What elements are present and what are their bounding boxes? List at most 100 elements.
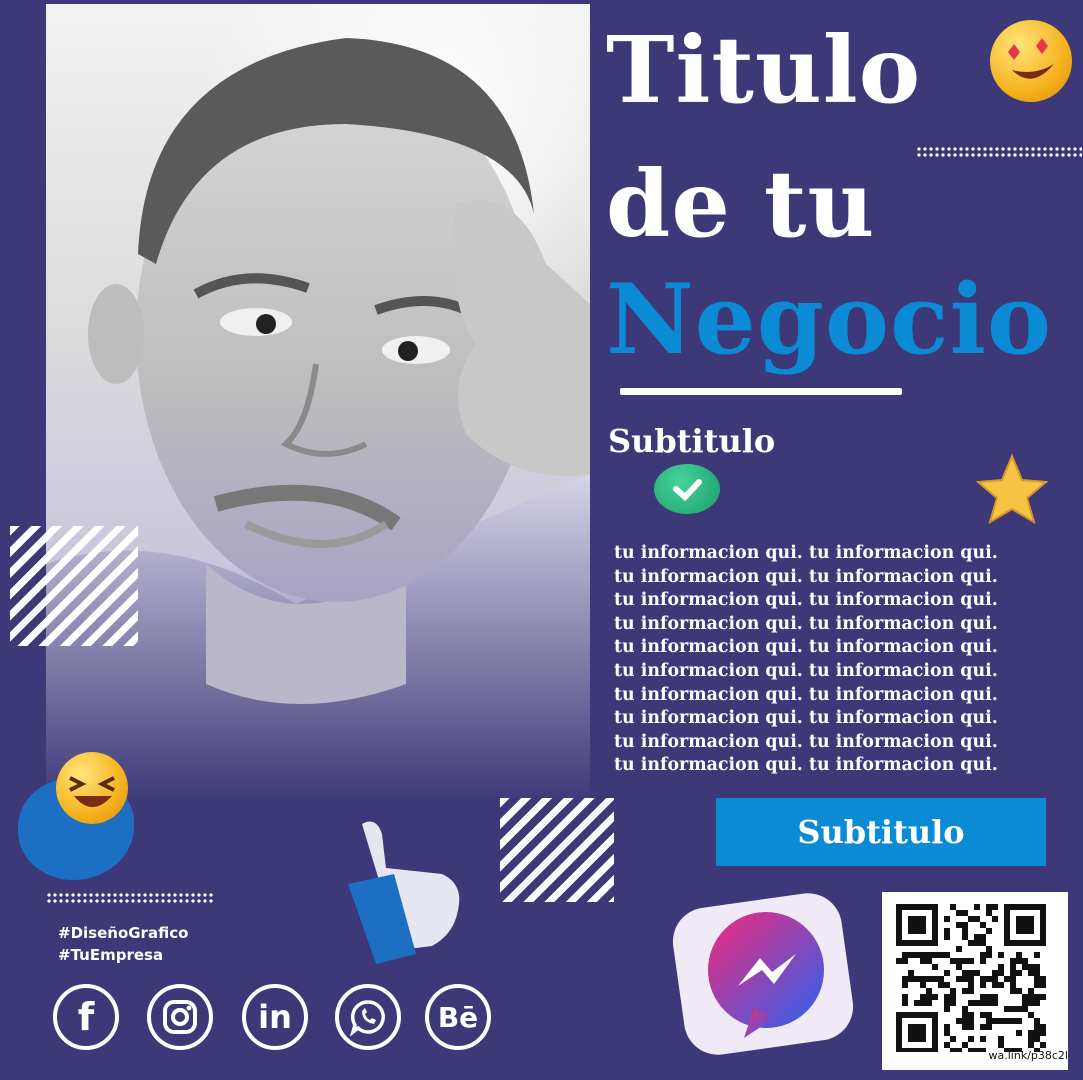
qr-module [950, 1036, 956, 1042]
qr-module [1040, 982, 1046, 988]
qr-module [932, 952, 938, 958]
qr-module [944, 1000, 950, 1006]
qr-code[interactable] [882, 892, 1068, 1070]
qr-module [1034, 952, 1040, 958]
qr-module [1034, 1024, 1040, 1030]
qr-module [968, 1036, 974, 1042]
behance-icon[interactable]: Bē [425, 984, 491, 1050]
qr-module [1010, 958, 1016, 964]
qr-module [968, 940, 974, 946]
qr-module [926, 976, 932, 982]
qr-module [974, 940, 980, 946]
info-line: tu informacion qui. tu informacion qui. [614, 684, 998, 705]
qr-module [1022, 994, 1028, 1000]
qr-module [1034, 994, 1040, 1000]
info-line: tu informacion qui. tu informacion qui. [614, 660, 998, 681]
striped-square [500, 798, 614, 902]
qr-module [920, 958, 926, 964]
qr-module [968, 976, 974, 982]
check-icon [654, 464, 720, 514]
qr-module [986, 928, 992, 934]
qr-module [998, 970, 1004, 976]
qr-module [1028, 994, 1034, 1000]
info-line: tu informacion qui. tu informacion qui. [614, 708, 998, 729]
qr-module [926, 994, 932, 1000]
qr-module [1028, 970, 1034, 976]
qr-module [932, 976, 938, 982]
qr-module [986, 910, 992, 916]
qr-module [902, 994, 908, 1000]
qr-module [1016, 916, 1034, 934]
qr-module [1016, 970, 1022, 976]
qr-module [1004, 1006, 1010, 1012]
qr-module [956, 976, 962, 982]
qr-module [1022, 1006, 1028, 1012]
dotted-strip [916, 146, 1082, 159]
qr-module [944, 916, 950, 922]
qr-module [1034, 1000, 1040, 1006]
qr-module [962, 1006, 968, 1012]
whatsapp-icon[interactable] [335, 984, 401, 1050]
qr-module [920, 1000, 926, 1006]
qr-module [926, 988, 932, 994]
qr-module [980, 1036, 986, 1042]
info-paragraph: tu informacion qui. tu informacion qui. … [614, 542, 1074, 778]
qr-module [956, 964, 962, 970]
qr-module [938, 952, 944, 958]
qr-pattern [896, 904, 1046, 1052]
qr-module [908, 1024, 926, 1042]
qr-module [1034, 976, 1040, 982]
qr-module [992, 904, 998, 910]
laughing-emoji-icon [56, 752, 128, 824]
qr-module [944, 952, 950, 958]
info-line: tu informacion qui. tu informacion qui. [614, 755, 998, 776]
qr-module [908, 970, 914, 976]
qr-module [1010, 964, 1016, 970]
qr-module [1040, 976, 1046, 982]
love-eyes-emoji-icon [990, 20, 1072, 102]
qr-module [926, 1000, 932, 1006]
qr-module [914, 976, 920, 982]
qr-module [980, 1012, 986, 1018]
qr-module [980, 940, 986, 946]
qr-module [986, 1024, 992, 1030]
qr-module [944, 982, 950, 988]
qr-module [1034, 964, 1040, 970]
qr-module [950, 994, 956, 1000]
qr-module [1028, 964, 1034, 970]
dotted-strip [46, 892, 214, 905]
qr-module [938, 982, 944, 988]
qr-module [926, 952, 932, 958]
info-line: tu informacion qui. tu informacion qui. [614, 566, 998, 587]
qr-module [926, 958, 932, 964]
qr-module [920, 952, 926, 958]
qr-module [908, 976, 914, 982]
qr-module [956, 1018, 962, 1024]
qr-module [998, 1018, 1004, 1024]
qr-module [896, 958, 902, 964]
messenger-icon [664, 888, 862, 1058]
qr-module [956, 910, 962, 916]
qr-module [986, 952, 992, 958]
qr-module [1034, 1018, 1040, 1024]
instagram-icon[interactable] [147, 984, 213, 1050]
thumbs-up-icon [342, 814, 472, 964]
qr-module [902, 958, 908, 964]
qr-module [1010, 1018, 1016, 1024]
qr-module [998, 964, 1004, 970]
qr-module [1016, 988, 1022, 994]
qr-module [944, 970, 950, 976]
qr-module [992, 1018, 998, 1024]
qr-module [992, 976, 998, 982]
qr-module [986, 976, 992, 982]
facebook-glyph: f [77, 995, 95, 1039]
qr-module [1016, 1018, 1022, 1024]
linkedin-icon[interactable]: in [242, 984, 308, 1050]
facebook-icon[interactable]: f [53, 984, 119, 1050]
cta-subtitle-button[interactable]: Subtitulo [716, 798, 1046, 866]
qr-module [974, 1000, 980, 1006]
qr-module [908, 952, 914, 958]
info-line: tu informacion qui. tu informacion qui. [614, 613, 998, 634]
qr-module [1010, 988, 1016, 994]
qr-module [962, 988, 968, 994]
